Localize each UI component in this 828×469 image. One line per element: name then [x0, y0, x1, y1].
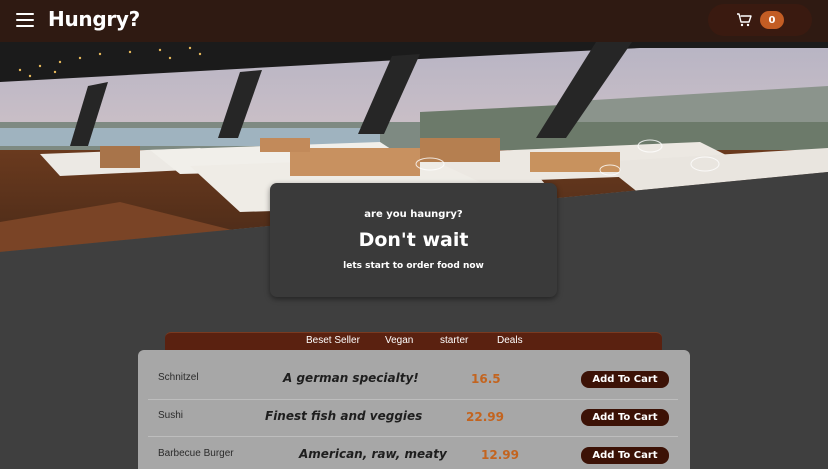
cart-count-badge: 0 — [760, 11, 784, 29]
item-name: Barbecue Burger — [158, 448, 234, 459]
item-name: Schnitzel — [158, 372, 199, 383]
item-price: 22.99 — [466, 410, 504, 424]
add-to-cart-button[interactable]: Add To Cart — [581, 447, 669, 464]
promo-tagline: lets start to order food now — [343, 261, 484, 271]
shopping-cart-icon — [737, 13, 752, 27]
brand-title[interactable]: Hungry? — [48, 7, 140, 31]
promo-subtitle: are you haungry? — [364, 209, 463, 220]
tab-best-seller[interactable]: Beset Seller — [306, 335, 360, 346]
tab-deals[interactable]: Deals — [497, 335, 523, 346]
item-price: 12.99 — [481, 448, 519, 462]
promo-title: Don't wait — [358, 229, 469, 251]
promo-card: are you haungry? Don't wait lets start t… — [270, 183, 557, 297]
cart-button[interactable]: 0 — [708, 4, 812, 36]
list-item: Barbecue Burger American, raw, meaty 12.… — [138, 426, 690, 464]
item-description: A german specialty! — [283, 371, 419, 385]
hamburger-menu-icon[interactable] — [16, 13, 34, 27]
item-price: 16.5 — [471, 372, 501, 386]
add-to-cart-button[interactable]: Add To Cart — [581, 371, 669, 388]
item-name: Sushi — [158, 410, 184, 421]
item-description: American, raw, meaty — [299, 447, 447, 461]
tab-vegan[interactable]: Vegan — [385, 335, 413, 346]
category-tabs: Beset Seller Vegan starter Deals — [165, 332, 662, 350]
list-item: Schnitzel A german specialty! 16.5 Add T… — [138, 350, 690, 388]
add-to-cart-button[interactable]: Add To Cart — [581, 409, 669, 426]
menu-list: Schnitzel A german specialty! 16.5 Add T… — [138, 350, 690, 469]
list-item: Sushi Finest fish and veggies 22.99 Add … — [138, 388, 690, 426]
item-description: Finest fish and veggies — [265, 409, 423, 423]
tab-starter[interactable]: starter — [440, 335, 468, 346]
top-header: Hungry? 0 — [0, 0, 828, 42]
